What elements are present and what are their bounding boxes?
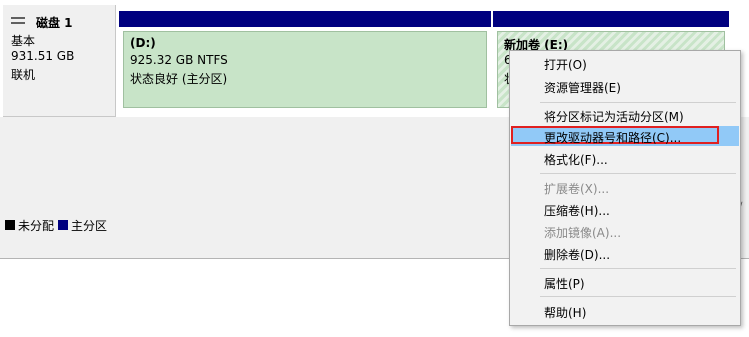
- menu-item-open[interactable]: 打开(O): [511, 53, 739, 73]
- volume-d[interactable]: (D:) 925.32 GB NTFS 状态良好 (主分区): [119, 11, 491, 112]
- legend: 未分配 主分区: [5, 217, 111, 234]
- menu-item-delete-volume[interactable]: 删除卷(D)...: [511, 243, 739, 263]
- disk-size: 931.51 GB: [11, 49, 75, 63]
- menu-item-change-drive-letter[interactable]: 更改驱动器号和路径(C)...: [511, 126, 739, 146]
- menu-item-shrink-volume[interactable]: 压缩卷(H)...: [511, 199, 739, 219]
- menu-item-help[interactable]: 帮助(H): [511, 301, 739, 321]
- menu-item-add-mirror: 添加镜像(A)...: [544, 226, 622, 240]
- menu-separator: [540, 173, 736, 174]
- menu-item-properties[interactable]: 属性(P): [511, 272, 739, 292]
- menu-separator: [540, 296, 736, 297]
- volume-header-bar: [493, 11, 729, 27]
- menu-item-mark-active[interactable]: 将分区标记为活动分区(M): [511, 105, 739, 125]
- disk-type: 基本: [11, 34, 36, 48]
- disk-info-panel[interactable]: 磁盘 1 基本 931.51 GB 联机: [3, 5, 116, 117]
- legend-swatch: [58, 220, 69, 230]
- menu-item-extend-volume: 扩展卷(X)...: [544, 182, 610, 196]
- volume-status: 状态良好 (主分区): [130, 72, 228, 86]
- volume-name: (D:): [130, 36, 156, 50]
- menu-item-format[interactable]: 格式化(F)...: [511, 148, 739, 168]
- menu-separator: [540, 102, 736, 103]
- disk-name: 磁盘 1: [36, 16, 73, 30]
- menu-item-explorer[interactable]: 资源管理器(E): [511, 76, 739, 96]
- legend-swatch: [5, 220, 15, 230]
- volume-body: (D:) 925.32 GB NTFS 状态良好 (主分区): [123, 31, 487, 108]
- disk-status: 联机: [11, 68, 36, 82]
- volume-size: 925.32 GB NTFS: [130, 53, 228, 67]
- legend-item-unallocated: 未分配: [5, 217, 54, 234]
- menu-separator: [540, 268, 736, 269]
- legend-item-primary: 主分区: [58, 217, 107, 234]
- disk-icon: [11, 17, 25, 25]
- volume-header-bar: [119, 11, 491, 27]
- context-menu: 打开(O) 资源管理器(E) 将分区标记为活动分区(M) 更改驱动器号和路径(C…: [509, 50, 741, 326]
